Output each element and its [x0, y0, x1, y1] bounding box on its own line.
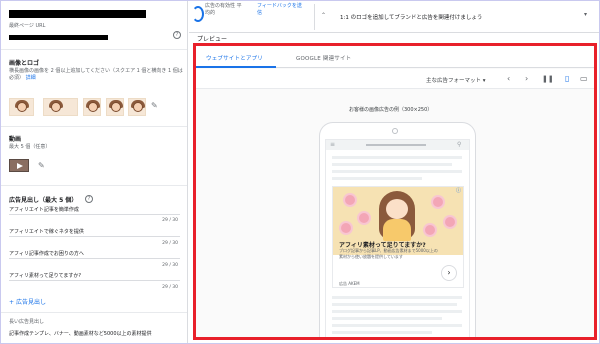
images-section-desc: 横長画像の画像を 2 個以上追加してください（スクエア 1 個と横向き 1 個は…	[9, 68, 185, 82]
image-ad-card[interactable]: ⓘ アフィリ素材って足りてますか? ブログ記事から記事LP、動画広告素材まで50…	[332, 186, 464, 288]
feedback-link[interactable]: フィードバックを送信	[257, 3, 305, 17]
redacted-final-url[interactable]	[9, 35, 108, 40]
character-face	[386, 199, 408, 219]
previous-icon[interactable]: ‹	[507, 74, 510, 84]
tab-web-apps[interactable]: ウェブサイトとアプリ	[206, 54, 263, 62]
text-placeholder	[332, 310, 462, 313]
divider	[1, 312, 187, 313]
field-underline	[9, 280, 180, 281]
headline-field[interactable]: アフィリエイトで稼ぐネタを提供	[9, 228, 84, 235]
redacted-business-name	[9, 10, 146, 18]
next-icon[interactable]: ›	[525, 74, 528, 84]
flower-decoration	[345, 195, 355, 205]
desktop-device-icon[interactable]: ▭	[580, 74, 588, 84]
phone-camera	[392, 128, 398, 134]
field-underline	[9, 236, 180, 237]
long-headline-title: 長い広告見出し	[9, 319, 45, 325]
image-thumbnail[interactable]	[106, 98, 124, 116]
divider	[1, 49, 187, 50]
ad-arrow-button[interactable]: ›	[441, 265, 457, 281]
format-select[interactable]: 主な広告フォーマット ▾	[426, 76, 486, 84]
text-placeholder	[332, 177, 422, 180]
chevron-down-icon[interactable]: ▾	[584, 11, 587, 18]
ad-editor-panel: 最終ページ URL ? 画像とロゴ 横長画像の画像を 2 個以上追加してください…	[1, 1, 188, 343]
text-placeholder	[332, 296, 462, 299]
field-underline	[9, 214, 180, 215]
ad-strength-gauge-icon	[192, 6, 204, 22]
add-headline-button[interactable]: + 広告見出し	[9, 297, 46, 306]
flower-decoration	[359, 213, 369, 223]
video-section-desc: 最大 5 個（任意）	[9, 144, 51, 150]
headline-field[interactable]: アフィリ記事作成でお困りの方へ	[9, 250, 84, 257]
text-placeholder	[332, 324, 462, 327]
final-url-label: 最終ページ URL	[9, 23, 46, 29]
ad-domain: 広告 AKEM	[339, 281, 360, 286]
text-placeholder	[332, 170, 462, 173]
example-title: お客様の画像広告の例（300×250）	[349, 107, 433, 113]
field-underline	[9, 258, 180, 259]
headline-field[interactable]: アフィリエイト記事を簡単作成	[9, 206, 79, 213]
long-headline-field[interactable]: 記事作成テンプレ、バナー、動画素材など5000以上の素材提供	[9, 330, 152, 337]
text-placeholder	[332, 317, 442, 320]
divider	[1, 126, 187, 127]
char-counter: 29 / 30	[162, 285, 178, 290]
pencil-icon[interactable]: ✎	[151, 102, 159, 110]
text-placeholder	[332, 303, 457, 306]
plus-icon: +	[9, 299, 16, 306]
format-select-label: 主な広告フォーマット	[426, 78, 482, 84]
help-icon[interactable]: ?	[85, 195, 93, 203]
preview-toolbar: 主な広告フォーマット ▾ ‹ › ❚❚ ▯ ▭	[196, 69, 594, 89]
headlines-section-title: 広告見出し（最大 5 個）	[9, 195, 77, 204]
images-section-title: 画像とロゴ	[9, 60, 40, 67]
info-icon[interactable]: ⓘ	[456, 187, 461, 194]
pencil-icon[interactable]: ✎	[38, 162, 46, 170]
divider	[314, 4, 315, 30]
flower-decoration	[425, 225, 435, 235]
search-icon: ⚲	[457, 141, 462, 148]
image-thumbnail[interactable]	[43, 98, 78, 116]
text-placeholder	[332, 156, 462, 159]
flower-decoration	[433, 197, 443, 207]
pause-icon[interactable]: ❚❚	[542, 74, 554, 84]
video-thumbnail[interactable]	[9, 159, 29, 172]
image-thumbnail[interactable]	[83, 98, 101, 116]
image-thumbnail[interactable]	[128, 98, 146, 116]
mobile-device-icon[interactable]: ▯	[565, 74, 569, 84]
char-counter: 29 / 30	[162, 218, 178, 223]
active-tab-indicator	[196, 66, 276, 68]
preview-label: プレビュー	[197, 36, 228, 43]
detail-link[interactable]: 詳細	[26, 75, 36, 81]
flower-decoration	[445, 217, 455, 227]
suggestion-text: 1:1 のロゴを追加してブランドと広告を関連付けましょう	[340, 15, 483, 21]
char-counter: 29 / 30	[162, 263, 178, 268]
phone-mockup: ≡ ⚲ ⓘ アフィリ素材って足りてますか? ブログ記事から記事LP、動画広告素材…	[319, 122, 476, 337]
phone-screen: ≡ ⚲ ⓘ アフィリ素材って足りてますか? ブログ記事から記事LP、動画広告素材…	[325, 139, 470, 337]
chevron-up-icon[interactable]: ⌃	[321, 12, 326, 19]
headlines-title-text: 広告見出し（最大 5 個）	[9, 197, 78, 204]
image-thumbnail[interactable]	[9, 98, 34, 116]
text-placeholder	[332, 331, 432, 334]
ad-strength-bar: 広告の有効性 平均的 フィードバックを送信 ⌃ 1:1 のロゴを追加してブランド…	[189, 1, 599, 33]
video-section-title: 動画	[9, 136, 22, 143]
preview-panel: ウェブサイトとアプリ GOOGLE 関連サイト 主な広告フォーマット ▾ ‹ ›…	[193, 43, 597, 340]
tab-google-sites[interactable]: GOOGLE 関連サイト	[296, 54, 351, 62]
add-headline-label: 広告見出し	[15, 299, 46, 306]
headline-field[interactable]: アフィリ素材って足りてますか?	[9, 272, 81, 279]
site-logo-placeholder	[366, 144, 426, 146]
divider	[1, 185, 187, 186]
site-header: ≡ ⚲	[326, 140, 469, 150]
char-counter: 29 / 30	[162, 241, 178, 246]
menu-icon: ≡	[330, 141, 336, 148]
flower-decoration	[341, 223, 351, 233]
character-body	[383, 219, 411, 241]
preview-tabs: ウェブサイトとアプリ GOOGLE 関連サイト	[196, 46, 594, 68]
text-placeholder	[332, 163, 452, 166]
help-icon[interactable]: ?	[173, 31, 181, 39]
dropdown-arrow-icon: ▾	[482, 78, 486, 84]
ad-strength-label: 広告の有効性 平均的	[205, 3, 242, 16]
ad-description: ブログ記事から記事LP、動画広告素材まで5000以上の素材から使い放題を提供して…	[339, 248, 438, 259]
